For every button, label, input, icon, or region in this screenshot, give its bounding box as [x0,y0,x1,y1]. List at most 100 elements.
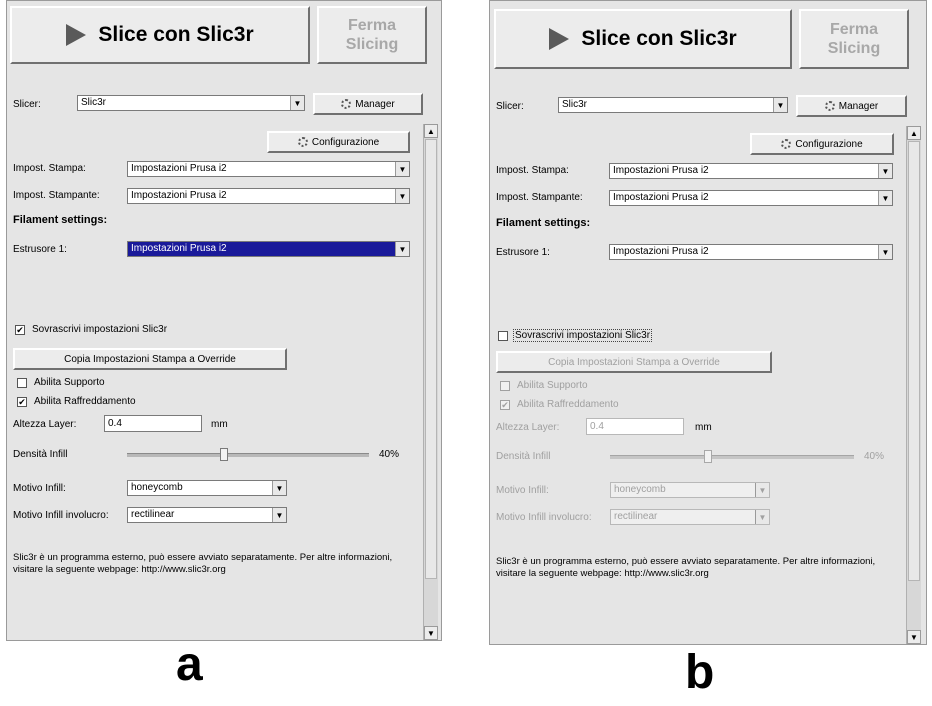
manager-button-label: Manager [838,100,879,112]
cooling-checkbox[interactable]: ✔ [17,397,27,407]
config-button-label: Configurazione [311,136,380,148]
copy-override-label: Copia Impostazioni Stampa a Override [548,356,720,368]
info-text: Slic3r è un programma esterno, può esser… [13,552,393,575]
slice-button-label: Slice con Slic3r [581,27,737,50]
override-checkbox[interactable] [498,331,508,341]
support-checkbox[interactable] [500,381,510,391]
extruder-select[interactable]: Impostazioni Prusa i2 ▼ [609,244,893,260]
shell-pattern-value: rectilinear [614,511,658,522]
slicer-select-value: Slic3r [81,97,107,108]
scrollbar[interactable]: ▲ ▼ [423,124,438,640]
print-settings-select[interactable]: Impostazioni Prusa i2 ▼ [609,163,893,179]
layer-height-label: Altezza Layer: [13,419,77,430]
manager-button[interactable]: Manager [313,93,423,115]
infill-density-label: Densità Infill [13,449,68,460]
shell-pattern-label: Motivo Infill involucro: [496,512,592,523]
config-button[interactable]: Configurazione [267,131,410,153]
gear-icon [824,101,835,111]
infill-pattern-label: Motivo Infill: [496,485,549,496]
shell-pattern-select[interactable]: rectilinear ▼ [610,509,770,525]
printer-settings-label: Impost. Stampante: [13,190,100,201]
print-settings-label: Impost. Stampa: [496,165,569,176]
support-checkbox[interactable] [17,378,27,388]
print-settings-label: Impost. Stampa: [13,163,86,174]
copy-override-button[interactable]: Copia Impostazioni Stampa a Override [496,351,772,373]
scroll-down-icon[interactable]: ▼ [907,630,921,644]
stop-slicing-button[interactable]: Ferma Slicing [799,9,909,69]
slicer-label: Slicer: [496,101,524,112]
infill-density-slider[interactable] [219,448,228,461]
caption-a: a [176,638,203,691]
printer-settings-select[interactable]: Impostazioni Prusa i2 ▼ [127,188,410,204]
override-checkbox[interactable]: ✔ [15,325,25,335]
config-button-label: Configurazione [795,138,863,150]
play-icon [549,28,570,50]
play-icon [66,24,87,46]
chevron-down-icon: ▼ [395,242,409,256]
gear-icon [781,139,792,149]
layer-height-input[interactable]: 0.4 [104,415,202,432]
printer-settings-select[interactable]: Impostazioni Prusa i2 ▼ [609,190,893,206]
copy-override-button[interactable]: Copia Impostazioni Stampa a Override [13,348,287,370]
manager-button[interactable]: Manager [796,95,907,117]
scroll-thumb[interactable] [425,139,437,579]
cooling-checkbox[interactable]: ✔ [500,400,510,410]
scroll-down-icon[interactable]: ▼ [424,626,438,640]
scroll-thumb[interactable] [908,141,920,581]
slice-button[interactable]: Slice con Slic3r [494,9,792,69]
infill-density-value: 40% [379,449,400,460]
layer-height-label: Altezza Layer: [496,422,560,433]
override-label: Sovrascrivi impostazioni Slic3r [32,324,168,335]
slicer-select[interactable]: Slic3r ▼ [558,97,788,113]
infill-density-track [127,453,369,457]
extruder-label: Estrusore 1: [13,244,67,255]
chevron-down-icon: ▼ [290,96,304,110]
print-settings-select[interactable]: Impostazioni Prusa i2 ▼ [127,161,410,177]
infill-pattern-select[interactable]: honeycomb ▼ [610,482,770,498]
chevron-down-icon: ▼ [395,189,409,203]
slicer-select[interactable]: Slic3r ▼ [77,95,305,111]
slicer-panel-b: Slice con Slic3r Ferma Slicing Slicer: S… [489,0,927,645]
extruder-value: Impostazioni Prusa i2 [613,246,709,257]
info-text: Slic3r è un programma esterno, può esser… [496,556,876,579]
caption-b: b [685,646,715,699]
scroll-up-icon[interactable]: ▲ [424,124,438,138]
shell-pattern-select[interactable]: rectilinear ▼ [127,507,287,523]
infill-density-label: Densità Infill [496,451,551,462]
stop-button-label-1: Ferma [347,17,397,34]
infill-pattern-select[interactable]: honeycomb ▼ [127,480,287,496]
stop-button-label-2: Slicing [827,40,881,57]
stop-button-label-1: Ferma [829,21,879,38]
slicer-select-value: Slic3r [562,99,588,110]
chevron-down-icon: ▼ [878,245,892,259]
slicer-panel-a: Slice con Slic3r Ferma Slicing Slicer: S… [6,0,442,641]
extruder-value: Impostazioni Prusa i2 [131,243,227,254]
support-label: Abilita Supporto [517,380,588,391]
extruder-select[interactable]: Impostazioni Prusa i2 ▼ [127,241,410,257]
scrollbar[interactable]: ▲ ▼ [906,126,921,644]
infill-density-track [610,455,854,459]
print-settings-value: Impostazioni Prusa i2 [613,165,709,176]
layer-height-input[interactable]: 0.4 [586,418,684,435]
filament-settings-title: Filament settings: [496,217,591,229]
stop-slicing-button[interactable]: Ferma Slicing [317,6,427,64]
slicer-label: Slicer: [13,99,41,110]
chevron-down-icon: ▼ [878,191,892,205]
slice-button[interactable]: Slice con Slic3r [10,6,310,64]
chevron-down-icon: ▼ [755,510,769,524]
infill-pattern-value: honeycomb [614,484,666,495]
layer-height-unit: mm [211,419,228,430]
printer-settings-value: Impostazioni Prusa i2 [613,192,709,203]
config-button[interactable]: Configurazione [750,133,894,155]
infill-density-value: 40% [864,451,885,462]
scroll-up-icon[interactable]: ▲ [907,126,921,140]
shell-pattern-label: Motivo Infill involucro: [13,510,109,521]
print-settings-value: Impostazioni Prusa i2 [131,163,227,174]
printer-settings-value: Impostazioni Prusa i2 [131,190,227,201]
override-label: Sovrascrivi impostazioni Slic3r [513,329,653,342]
filament-settings-title: Filament settings: [13,214,108,226]
chevron-down-icon: ▼ [755,483,769,497]
chevron-down-icon: ▼ [272,481,286,495]
infill-density-slider[interactable] [703,450,712,463]
slice-button-label: Slice con Slic3r [98,23,254,46]
